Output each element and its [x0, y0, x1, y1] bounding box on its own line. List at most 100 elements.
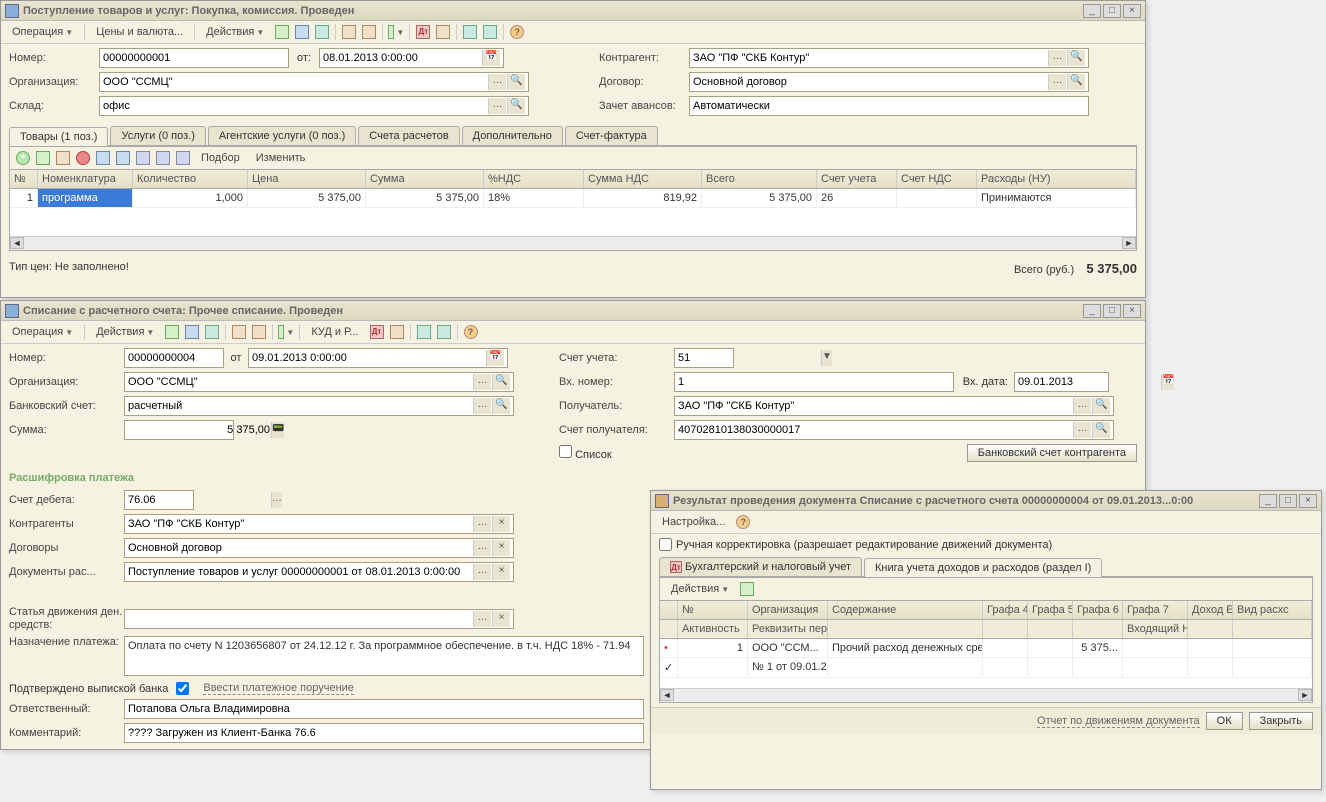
- maximize-button[interactable]: □: [1279, 494, 1297, 508]
- dropdown-icon[interactable]: ▼: [821, 350, 832, 366]
- minimize-button[interactable]: _: [1259, 494, 1277, 508]
- select-icon[interactable]: …: [271, 492, 282, 508]
- titlebar[interactable]: Результат проведения документа Списание …: [651, 491, 1321, 511]
- docs-input[interactable]: …×: [124, 562, 514, 582]
- col-price[interactable]: Цена: [248, 170, 366, 188]
- col-total[interactable]: Всего: [702, 170, 817, 188]
- col-org[interactable]: Организация: [748, 601, 828, 619]
- select-icon[interactable]: …: [488, 98, 506, 114]
- kontr-input[interactable]: …🔍: [689, 48, 1089, 68]
- sort-icon[interactable]: [134, 149, 152, 167]
- ok-button[interactable]: ОК: [1206, 712, 1243, 730]
- tab-extra[interactable]: Дополнительно: [462, 126, 563, 145]
- col-envd[interactable]: Доход ЕНВД: [1188, 601, 1233, 619]
- help-icon[interactable]: ?: [734, 513, 752, 531]
- resp-input[interactable]: [124, 699, 644, 719]
- up-icon[interactable]: [94, 149, 112, 167]
- table-row[interactable]: • 1 ООО "ССМ... Прочий расход денежных с…: [660, 639, 1312, 658]
- maximize-button[interactable]: □: [1103, 304, 1121, 318]
- debit-input[interactable]: …: [124, 490, 194, 510]
- select-icon[interactable]: …: [473, 398, 491, 414]
- operation-menu[interactable]: Операция▼: [5, 23, 80, 41]
- select-icon[interactable]: …: [473, 374, 491, 390]
- columns-icon[interactable]: [461, 23, 479, 41]
- clear-icon[interactable]: ×: [492, 564, 510, 580]
- goods-grid[interactable]: № Номенклатура Количество Цена Сумма %НД…: [9, 169, 1137, 251]
- select-icon[interactable]: …: [1048, 50, 1066, 66]
- select-icon[interactable]: …: [488, 74, 506, 90]
- del-row-icon[interactable]: [74, 149, 92, 167]
- table-row[interactable]: 1 программа 1,000 5 375,00 5 375,00 18% …: [10, 189, 1136, 208]
- tab-kudir[interactable]: Книга учета доходов и расходов (раздел I…: [864, 558, 1102, 577]
- bankacct-button[interactable]: Банковский счет контрагента: [967, 444, 1137, 462]
- operation-menu[interactable]: Операция▼: [5, 323, 80, 341]
- report-icon[interactable]: [313, 23, 331, 41]
- refresh-icon[interactable]: [738, 580, 756, 598]
- vndate-input[interactable]: 📅: [1014, 372, 1109, 392]
- results-grid[interactable]: № Организация Содержание Графа 4 Графа 5…: [659, 600, 1313, 703]
- actions-menu[interactable]: Действия▼: [664, 580, 736, 598]
- number-input[interactable]: [99, 48, 289, 68]
- col-vid[interactable]: Вид расхс: [1233, 601, 1312, 619]
- save-icon[interactable]: [360, 23, 378, 41]
- org-input[interactable]: …🔍: [124, 372, 514, 392]
- list-icon[interactable]: [293, 23, 311, 41]
- settings-button[interactable]: Настройка...: [655, 513, 732, 531]
- add-row-icon[interactable]: +: [14, 149, 32, 167]
- kud-button[interactable]: КУД и Р...: [304, 323, 365, 341]
- minimize-button[interactable]: _: [1083, 4, 1101, 18]
- select-icon[interactable]: …: [473, 611, 491, 627]
- sort3-icon[interactable]: [174, 149, 192, 167]
- table-row[interactable]: ✓ № 1 от 09.01.2013: [660, 658, 1312, 678]
- maximize-button[interactable]: □: [1103, 4, 1121, 18]
- search-icon[interactable]: 🔍: [507, 74, 525, 90]
- goto-icon[interactable]: ▼: [387, 23, 405, 41]
- clear-icon[interactable]: ×: [492, 516, 510, 532]
- refresh-icon[interactable]: [163, 323, 181, 341]
- calc-icon[interactable]: 📟: [271, 422, 284, 438]
- add-icon[interactable]: [340, 23, 358, 41]
- col-nds[interactable]: %НДС: [484, 170, 584, 188]
- col-g5[interactable]: Графа 5: [1028, 601, 1073, 619]
- vn-input[interactable]: [674, 372, 954, 392]
- confirm-checkbox[interactable]: [176, 682, 189, 695]
- date-input[interactable]: 📅: [248, 348, 508, 368]
- recvacct-input[interactable]: …🔍: [674, 420, 1114, 440]
- tab-goods[interactable]: Товары (1 поз.): [9, 127, 108, 146]
- refresh-icon[interactable]: [273, 23, 291, 41]
- tab-accounts[interactable]: Счета расчетов: [358, 126, 459, 145]
- calendar-icon[interactable]: 📅: [1161, 374, 1174, 390]
- report-icon[interactable]: [203, 323, 221, 341]
- col-acctnds[interactable]: Счет НДС: [897, 170, 977, 188]
- copy-row-icon[interactable]: [34, 149, 52, 167]
- actions-menu[interactable]: Действия▼: [199, 23, 271, 41]
- podbor-button[interactable]: Подбор: [194, 149, 247, 167]
- search-icon[interactable]: 🔍: [1067, 74, 1085, 90]
- col-rash[interactable]: Расходы (НУ): [977, 170, 1136, 188]
- sum-input[interactable]: 📟: [124, 420, 234, 440]
- close-button[interactable]: ×: [1123, 304, 1141, 318]
- tab-services[interactable]: Услуги (0 поз.): [110, 126, 205, 145]
- add-icon[interactable]: [230, 323, 248, 341]
- col-n[interactable]: №: [10, 170, 38, 188]
- col-qty[interactable]: Количество: [133, 170, 248, 188]
- dtkt-icon[interactable]: Дт: [414, 23, 432, 41]
- search-icon[interactable]: 🔍: [1067, 50, 1085, 66]
- col-sumnds[interactable]: Сумма НДС: [584, 170, 702, 188]
- col-sum[interactable]: Сумма: [366, 170, 484, 188]
- col-g6[interactable]: Графа 6: [1073, 601, 1123, 619]
- calendar-icon[interactable]: 📅: [482, 50, 500, 66]
- report-link[interactable]: Отчет по движениям документа: [1037, 715, 1200, 728]
- help-icon[interactable]: ?: [508, 23, 526, 41]
- structure-icon[interactable]: [388, 323, 406, 341]
- dtkt-icon[interactable]: Дт: [368, 323, 386, 341]
- select-icon[interactable]: …: [473, 564, 491, 580]
- structure-icon[interactable]: [434, 23, 452, 41]
- columns-icon[interactable]: [415, 323, 433, 341]
- tab-agent[interactable]: Агентские услуги (0 поз.): [208, 126, 356, 145]
- down-icon[interactable]: [114, 149, 132, 167]
- col-nom[interactable]: Номенклатура: [38, 170, 133, 188]
- clear-icon[interactable]: ×: [492, 540, 510, 556]
- list-checkbox[interactable]: [559, 445, 572, 458]
- prices-button[interactable]: Цены и валюта...: [89, 23, 190, 41]
